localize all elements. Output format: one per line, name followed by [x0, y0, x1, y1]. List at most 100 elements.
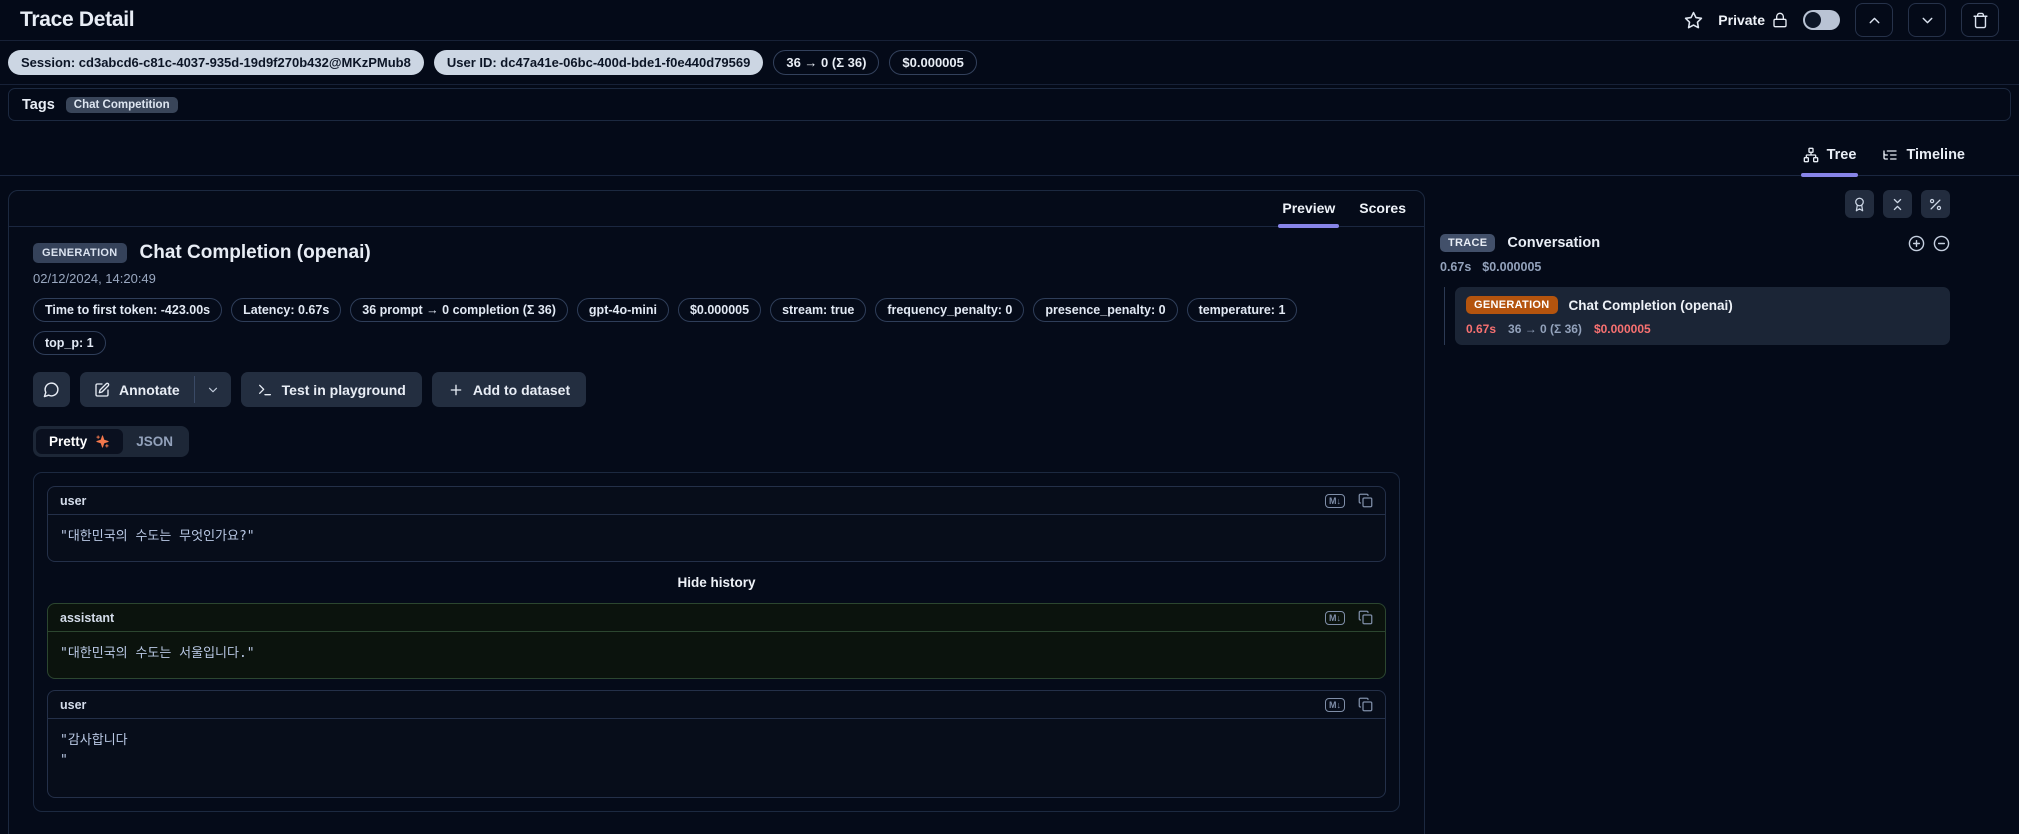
- markdown-toggle-icon[interactable]: M↓: [1325, 493, 1345, 508]
- tree-icon: [1803, 147, 1818, 163]
- annotate-dropdown-button[interactable]: [195, 372, 231, 407]
- message-header: assistant M↓: [48, 604, 1385, 633]
- timeline-icon: [1883, 150, 1898, 160]
- annotate-split-button: Annotate: [80, 372, 231, 407]
- copy-icon[interactable]: [1358, 697, 1373, 712]
- actions-row: Annotate Test in playground Add to datas…: [33, 372, 1400, 407]
- trace-metrics: 0.67s $0.000005: [1440, 260, 1950, 274]
- node-cost: $0.000005: [1593, 322, 1651, 336]
- annotate-label: Annotate: [119, 381, 180, 398]
- message-content: "감사합니다 ": [60, 733, 128, 769]
- message-tools: M↓: [1325, 493, 1373, 508]
- metrics-toggle-button[interactable]: [1921, 190, 1950, 218]
- tab-timeline[interactable]: Timeline: [1882, 147, 1965, 175]
- chat-bubble-icon: [43, 382, 59, 398]
- active-tab-underline: [1278, 224, 1340, 228]
- terminal-icon: [258, 384, 271, 395]
- collapse-all-button[interactable]: [1883, 190, 1912, 218]
- add-to-dataset-button[interactable]: Add to dataset: [431, 372, 587, 407]
- messages-container: user M↓ "대한민국의 수도는 무엇인가요?" Hide history …: [33, 472, 1400, 813]
- chevron-down-icon: [1922, 17, 1932, 23]
- hide-history-button[interactable]: Hide history: [47, 573, 1386, 592]
- tree-controls: [1440, 190, 1950, 218]
- tags-container: Tags Chat Competition: [8, 88, 2011, 121]
- plus-circle-icon[interactable]: [1908, 235, 1925, 252]
- generation-node-badge: GENERATION: [1466, 296, 1558, 314]
- trace-title[interactable]: Conversation: [1507, 235, 1896, 251]
- delete-trace-button[interactable]: [1961, 3, 1999, 37]
- markdown-toggle-icon[interactable]: M↓: [1325, 610, 1345, 625]
- award-icon: [1855, 197, 1864, 211]
- tree-expand-controls: [1908, 235, 1950, 252]
- observation-preview-card: Preview Scores GENERATION Chat Completio…: [8, 190, 1425, 834]
- dataset-label: Add to dataset: [472, 381, 571, 398]
- content-area: Preview Scores GENERATION Chat Completio…: [0, 176, 2019, 834]
- message-tools: M↓: [1325, 610, 1373, 625]
- pill-presence-penalty: presence_penalty: 0: [1033, 298, 1178, 322]
- tab-timeline-label: Timeline: [1906, 147, 1965, 163]
- chevron-down-icon: [208, 387, 217, 392]
- trace-root-row: TRACE Conversation: [1440, 234, 1950, 252]
- tab-preview-label: Preview: [1282, 200, 1336, 216]
- tag-chat-competition[interactable]: Chat Competition: [65, 96, 178, 113]
- scores-toggle-button[interactable]: [1845, 190, 1874, 218]
- test-in-playground-button[interactable]: Test in playground: [240, 372, 422, 407]
- active-tab-underline: [1800, 173, 1859, 177]
- node-latency: 0.67s: [1466, 322, 1497, 336]
- next-trace-button[interactable]: [1908, 3, 1946, 37]
- tab-tree[interactable]: Tree: [1800, 147, 1859, 177]
- tags-label: Tags: [22, 96, 55, 113]
- copy-icon[interactable]: [1358, 610, 1373, 625]
- format-toggle: Pretty JSON: [33, 426, 190, 457]
- page-header: Trace Detail Private: [0, 0, 2019, 40]
- message-user-2: user M↓ "감사합니다 ": [47, 690, 1386, 799]
- observation-title: Chat Completion (openai): [139, 242, 371, 263]
- trace-tree-sidebar: TRACE Conversation 0.67s $0.000005 GENER…: [1440, 190, 2019, 345]
- comments-button[interactable]: [33, 372, 70, 407]
- badges-divider: [0, 84, 2019, 85]
- trash-icon: [1972, 12, 1988, 28]
- format-json-segment[interactable]: JSON: [123, 429, 186, 454]
- privacy-label: Private: [1718, 12, 1788, 28]
- tab-scores[interactable]: Scores: [1359, 200, 1406, 226]
- trace-latency: 0.67s: [1440, 260, 1472, 274]
- total-cost-badge: $0.000005: [889, 50, 977, 75]
- message-role: user: [60, 493, 87, 508]
- tab-preview[interactable]: Preview: [1278, 200, 1340, 228]
- generation-node-title: Chat Completion (openai): [1568, 297, 1733, 313]
- bookmark-star-icon[interactable]: [1684, 11, 1703, 30]
- markdown-toggle-icon[interactable]: M↓: [1325, 697, 1345, 712]
- lock-icon: [1773, 12, 1787, 28]
- observation-body: GENERATION Chat Completion (openai) 02/1…: [9, 227, 1424, 827]
- trace-cost: $0.000005: [1482, 260, 1542, 274]
- minus-circle-icon[interactable]: [1933, 235, 1950, 252]
- view-tabs: Tree Timeline: [0, 147, 2019, 177]
- pill-model[interactable]: gpt-4o-mini: [576, 298, 669, 322]
- generation-tree-node[interactable]: GENERATION Chat Completion (openai) 0.67…: [1455, 287, 1950, 345]
- message-role: user: [60, 697, 87, 712]
- edit-pen-icon: [95, 382, 110, 397]
- toggle-knob: [1805, 12, 1821, 28]
- message-header: user M↓: [48, 487, 1385, 515]
- observation-timestamp: 02/12/2024, 14:20:49: [33, 271, 156, 286]
- session-badge[interactable]: Session: cd3abcd6-c81c-4037-935d-19d9f27…: [8, 50, 424, 75]
- message-assistant: assistant M↓ "대한민국의 수도는 서울입니다.": [47, 603, 1386, 680]
- copy-icon[interactable]: [1358, 493, 1373, 508]
- metric-pills: Time to first token: -423.00s Latency: 0…: [33, 298, 1363, 355]
- format-pretty-segment[interactable]: Pretty: [36, 429, 124, 454]
- message-content: "대한민국의 수도는 서울입니다.": [60, 646, 255, 662]
- public-sharing-toggle[interactable]: [1803, 10, 1840, 30]
- plus-icon: [450, 384, 462, 395]
- message-header: user M↓: [48, 691, 1385, 720]
- annotate-button[interactable]: Annotate: [80, 372, 194, 407]
- node-token-usage: 36 → 0 (Σ 36): [1508, 322, 1582, 336]
- previous-trace-button[interactable]: [1855, 3, 1893, 37]
- user-id-badge[interactable]: User ID: dc47a41e-06bc-400d-bde1-f0e440d…: [433, 50, 764, 75]
- header-actions: Private: [1684, 3, 1999, 37]
- pill-cost: $0.000005: [677, 298, 762, 322]
- tab-tree-label: Tree: [1826, 147, 1857, 163]
- observation-header: GENERATION Chat Completion (openai): [33, 242, 1400, 264]
- node-header: GENERATION Chat Completion (openai): [1466, 296, 1939, 314]
- pill-top-p: top_p: 1: [33, 331, 106, 355]
- page-title: Trace Detail: [20, 8, 135, 31]
